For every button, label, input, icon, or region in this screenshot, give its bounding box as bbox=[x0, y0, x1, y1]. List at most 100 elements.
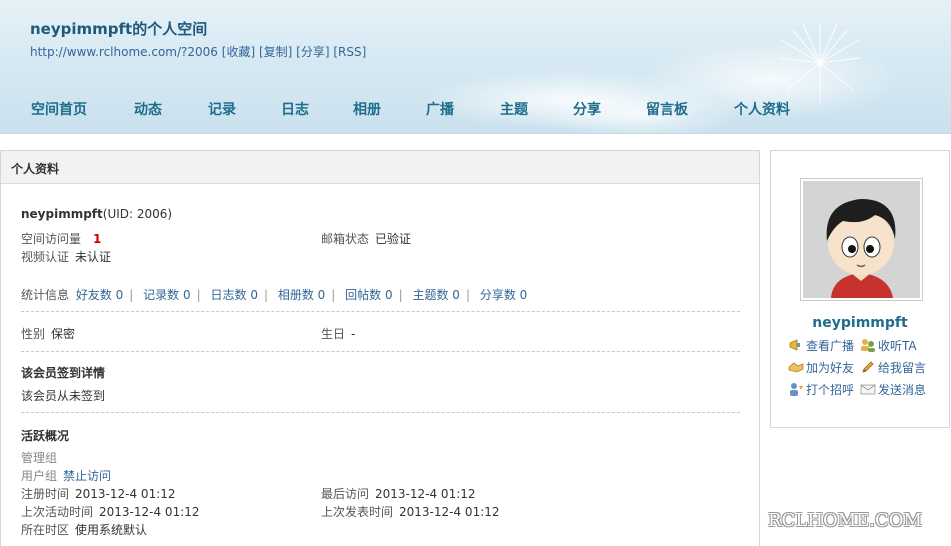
view-broadcast-label: 查看广播 bbox=[806, 339, 855, 353]
birthday-value: - bbox=[351, 327, 356, 341]
video-auth-value: 未认证 bbox=[75, 250, 112, 264]
poke-label: 打个招呼 bbox=[806, 383, 855, 397]
leave-message-action[interactable]: 给我留言 bbox=[860, 359, 926, 376]
envelope-icon bbox=[860, 384, 876, 395]
profile-sidebar: neypimmpft 查看广播 收听TA 加为好友 给我留言 打个招呼 发送消息 bbox=[770, 150, 950, 428]
checkin-text: 该会员从未签到 bbox=[21, 389, 106, 403]
separator: | bbox=[331, 288, 336, 302]
space-nav: 空间首页 动态 记录 日志 相册 广播 主题 分享 留言板 个人资料 bbox=[0, 99, 951, 119]
checkin-title: 该会员签到详情 bbox=[21, 366, 106, 380]
admin-group-row: 管理组 bbox=[21, 449, 57, 466]
separator: | bbox=[465, 288, 470, 302]
rss-link[interactable]: [RSS] bbox=[333, 45, 366, 59]
stat-doings-link[interactable]: 记录数 0 bbox=[143, 288, 190, 302]
last-active-value: 2013-12-4 01:12 bbox=[99, 505, 200, 519]
divider bbox=[21, 351, 740, 352]
email-status-row: 邮箱状态 已验证 bbox=[321, 230, 411, 247]
leave-message-label: 给我留言 bbox=[878, 361, 927, 375]
gender-value: 保密 bbox=[51, 327, 76, 341]
stat-shares-link[interactable]: 分享数 0 bbox=[480, 288, 527, 302]
user-group-link[interactable]: 禁止访问 bbox=[63, 469, 111, 483]
register-time-row: 注册时间 2013-12-4 01:12 bbox=[21, 485, 176, 502]
site-watermark: RCLHOME.COM bbox=[768, 510, 922, 531]
nav-item-share[interactable]: 分享 bbox=[573, 99, 601, 119]
divider bbox=[21, 311, 740, 312]
stat-replies-link[interactable]: 回帖数 0 bbox=[345, 288, 392, 302]
profile-username: neypimmpft bbox=[21, 207, 103, 221]
send-message-label: 发送消息 bbox=[878, 383, 927, 397]
register-time-value: 2013-12-4 01:12 bbox=[75, 487, 176, 501]
megaphone-icon bbox=[789, 339, 800, 351]
favorite-link[interactable]: [收藏] bbox=[222, 45, 255, 59]
pencil-icon bbox=[862, 361, 874, 373]
user-group-row: 用户组 禁止访问 bbox=[21, 467, 111, 484]
send-message-action[interactable]: 发送消息 bbox=[860, 381, 926, 398]
visits-row: 空间访问量 1 bbox=[21, 230, 101, 247]
last-post-row: 上次发表时间 2013-12-4 01:12 bbox=[321, 503, 500, 520]
birthday-label: 生日 bbox=[321, 327, 346, 341]
nav-item-blog[interactable]: 日志 bbox=[281, 99, 309, 119]
space-title[interactable]: neypimmpft的个人空间 bbox=[30, 18, 207, 39]
visits-label: 空间访问量 bbox=[21, 232, 82, 246]
admin-group-label: 管理组 bbox=[21, 451, 58, 465]
avatar[interactable] bbox=[800, 178, 923, 301]
last-post-label: 上次发表时间 bbox=[321, 505, 394, 519]
add-friend-label: 加为好友 bbox=[806, 361, 855, 375]
email-status-label: 邮箱状态 bbox=[321, 232, 370, 246]
follow-action[interactable]: 收听TA bbox=[860, 337, 917, 354]
separator: | bbox=[196, 288, 201, 302]
divider bbox=[21, 412, 740, 413]
gender-label: 性别 bbox=[21, 327, 46, 341]
dandelion-icon bbox=[779, 23, 861, 103]
last-post-value: 2013-12-4 01:12 bbox=[399, 505, 500, 519]
separator: | bbox=[129, 288, 134, 302]
nav-item-home[interactable]: 空间首页 bbox=[31, 99, 87, 119]
activity-title: 活跃概况 bbox=[21, 429, 70, 443]
last-visit-label: 最后访问 bbox=[321, 487, 370, 501]
sidebar-username[interactable]: neypimmpft bbox=[771, 315, 949, 331]
follow-label: 收听TA bbox=[878, 339, 917, 353]
add-friend-action[interactable]: 加为好友 bbox=[788, 359, 854, 376]
avatar-image bbox=[803, 181, 920, 298]
email-status-value: 已验证 bbox=[375, 232, 412, 246]
username-line: neypimmpft(UID: 2006) bbox=[21, 207, 172, 221]
stats-row: 统计信息 好友数 0 | 记录数 0 | 日志数 0 | 相册数 0 | 回帖数 0 | … bbox=[21, 286, 527, 303]
timezone-label: 所在时区 bbox=[21, 523, 70, 537]
share-link[interactable]: [分享] bbox=[296, 45, 329, 59]
last-active-label: 上次活动时间 bbox=[21, 505, 94, 519]
space-url-link[interactable]: http://www.rclhome.com/?2006 bbox=[30, 45, 218, 59]
stat-threads-link[interactable]: 主题数 0 bbox=[412, 288, 459, 302]
stat-albums-link[interactable]: 相册数 0 bbox=[278, 288, 325, 302]
nav-item-guestbook[interactable]: 留言板 bbox=[646, 99, 688, 119]
follow-users-icon bbox=[861, 339, 875, 352]
user-group-label: 用户组 bbox=[21, 469, 58, 483]
view-broadcast-action[interactable]: 查看广播 bbox=[788, 337, 854, 354]
panel-heading: 个人资料 bbox=[1, 151, 759, 184]
birthday-row: 生日 - bbox=[321, 325, 355, 342]
space-url-bar: http://www.rclhome.com/?2006 [收藏] [复制] [… bbox=[30, 43, 366, 60]
last-active-row: 上次活动时间 2013-12-4 01:12 bbox=[21, 503, 200, 520]
poke-action[interactable]: 打个招呼 bbox=[788, 381, 854, 398]
profile-panel: 个人资料 neypimmpft(UID: 2006) 空间访问量 1 邮箱状态 已验… bbox=[0, 150, 760, 546]
stat-blogs-link[interactable]: 日志数 0 bbox=[211, 288, 258, 302]
nav-item-threads[interactable]: 主题 bbox=[500, 99, 528, 119]
video-auth-row: 视频认证 未认证 bbox=[21, 248, 111, 265]
nav-item-feed[interactable]: 动态 bbox=[134, 99, 162, 119]
visits-count: 1 bbox=[93, 232, 102, 246]
stat-friends-link[interactable]: 好友数 0 bbox=[76, 288, 123, 302]
copy-link[interactable]: [复制] bbox=[259, 45, 292, 59]
space-header: neypimmpft的个人空间 http://www.rclhome.com/?… bbox=[0, 0, 951, 134]
nav-item-doing[interactable]: 记录 bbox=[208, 99, 236, 119]
gender-row: 性别 保密 bbox=[21, 325, 75, 342]
register-time-label: 注册时间 bbox=[21, 487, 70, 501]
separator: | bbox=[263, 288, 268, 302]
nav-item-broadcast[interactable]: 广播 bbox=[426, 99, 454, 119]
stats-label: 统计信息 bbox=[21, 288, 70, 302]
nav-item-album[interactable]: 相册 bbox=[353, 99, 381, 119]
handshake-icon bbox=[788, 362, 804, 373]
timezone-value: 使用系统默认 bbox=[75, 523, 148, 537]
cartoon-boy-icon bbox=[803, 181, 920, 298]
nav-item-profile[interactable]: 个人资料 bbox=[734, 99, 790, 119]
poke-user-icon bbox=[790, 383, 803, 396]
separator: | bbox=[398, 288, 403, 302]
